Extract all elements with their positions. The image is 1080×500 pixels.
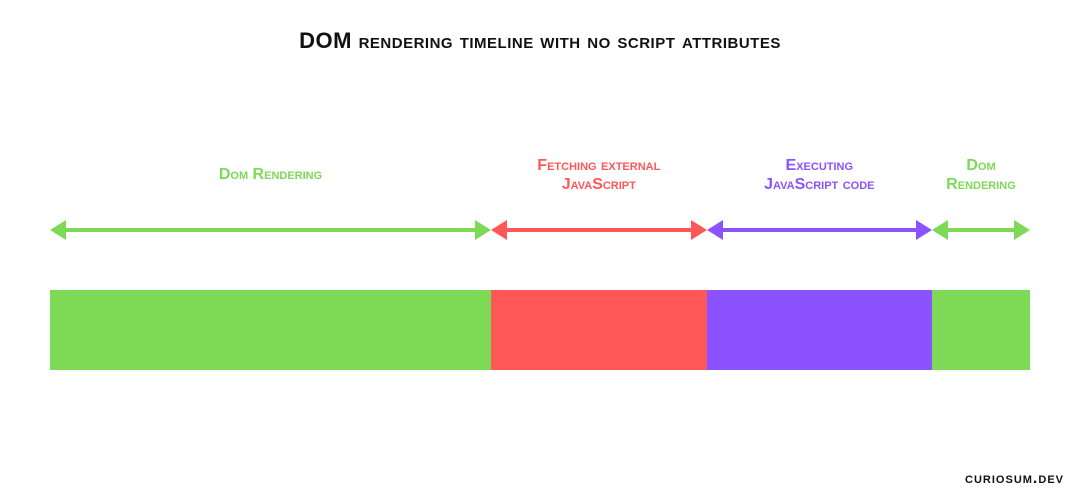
phase-label: Executing JavaScript code <box>707 150 932 200</box>
phase-label: Fetching external JavaScript <box>491 150 707 200</box>
timeline-segment <box>50 290 491 370</box>
diagram-title: DOM rendering timeline with no script at… <box>0 28 1080 54</box>
double-arrow-icon <box>50 215 491 245</box>
double-arrow-icon <box>932 215 1030 245</box>
diagram-canvas: DOM rendering timeline with no script at… <box>0 0 1080 500</box>
phase-label: Dom Rendering <box>932 150 1030 200</box>
timeline-segment <box>932 290 1030 370</box>
double-arrow-icon <box>491 215 707 245</box>
phase-arrows-row <box>50 215 1030 245</box>
double-arrow-icon <box>707 215 932 245</box>
phase-label: Dom Rendering <box>50 150 491 200</box>
attribution-text: curiosum.dev <box>965 470 1064 488</box>
phase-labels-row: Dom RenderingFetching external JavaScrip… <box>50 150 1030 200</box>
timeline-segment <box>491 290 707 370</box>
timeline-bar <box>50 290 1030 370</box>
timeline-segment <box>707 290 932 370</box>
